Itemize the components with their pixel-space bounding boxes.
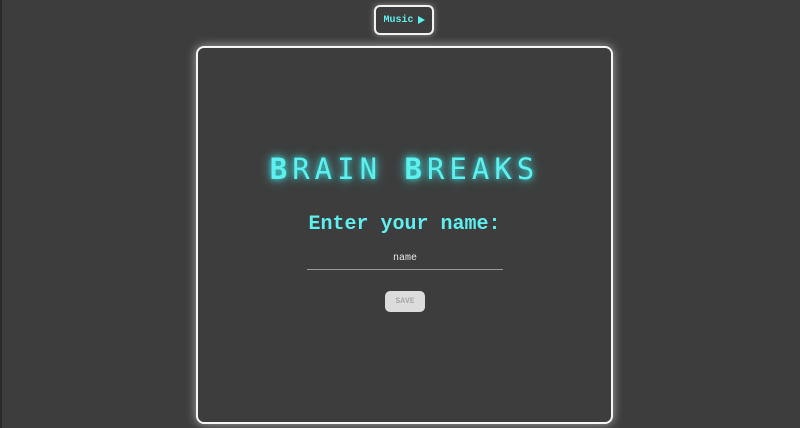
music-toggle-button[interactable]: Music <box>374 5 434 35</box>
music-label: Music <box>383 14 414 26</box>
name-prompt: Enter your name: <box>308 213 501 236</box>
app-title: BRAIN BREAKS <box>198 152 611 186</box>
save-button[interactable]: SAVE <box>385 291 425 312</box>
name-input[interactable] <box>307 248 503 270</box>
title-rest-1: RAIN <box>292 152 405 186</box>
title-rest-2: REAKS <box>426 152 540 186</box>
play-icon <box>417 16 425 24</box>
page: Music BRAIN BREAKS Enter your name: SAVE <box>0 0 800 428</box>
name-entry-card: BRAIN BREAKS Enter your name: SAVE <box>196 46 613 424</box>
title-initial-2: B <box>404 152 427 186</box>
title-initial-1: B <box>269 152 293 186</box>
